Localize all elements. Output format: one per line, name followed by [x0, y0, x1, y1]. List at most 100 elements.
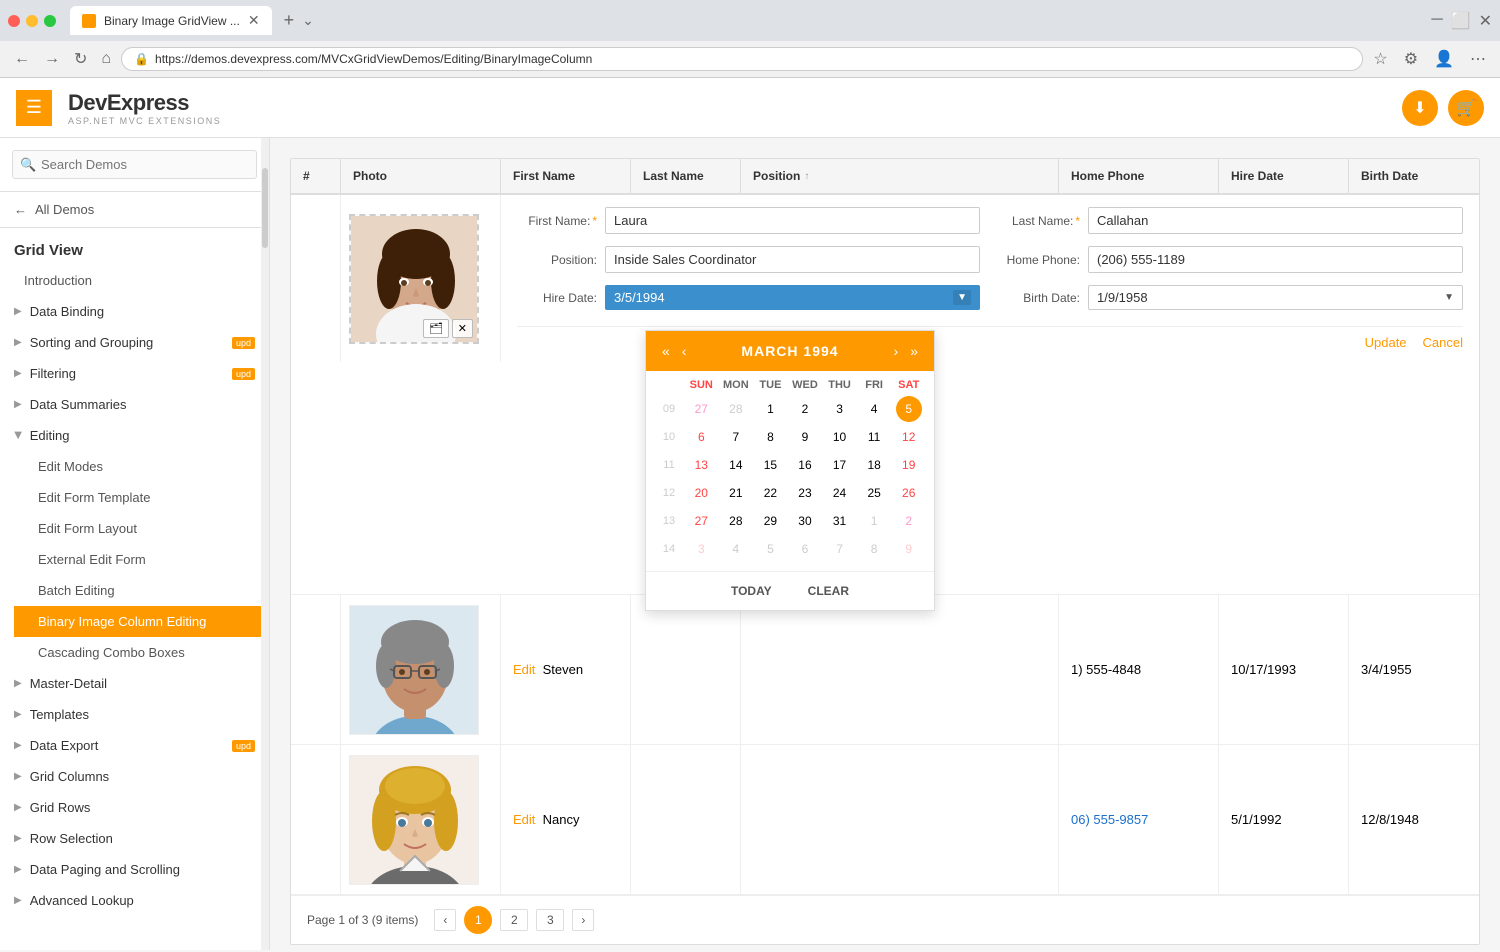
- window-restore-btn[interactable]: ⬜: [1451, 11, 1471, 31]
- calendar-day[interactable]: 18: [861, 452, 887, 478]
- search-input[interactable]: [12, 150, 257, 179]
- window-minimize-btn[interactable]: ─: [1431, 11, 1442, 31]
- forward-btn[interactable]: →: [40, 48, 64, 70]
- next-month-btn[interactable]: ›: [890, 341, 903, 361]
- sidebar-item-templates[interactable]: ▶ Templates: [0, 699, 269, 730]
- calendar-day[interactable]: 28: [723, 396, 749, 422]
- calendar-day[interactable]: 1: [861, 508, 887, 534]
- calendar-day[interactable]: 7: [827, 536, 853, 562]
- calendar-day[interactable]: 4: [723, 536, 749, 562]
- sidebar-item-filtering[interactable]: ▶ Filtering upd: [0, 358, 269, 389]
- profile-icon[interactable]: 👤: [1430, 47, 1458, 71]
- photo-delete-btn[interactable]: ✕: [452, 319, 473, 338]
- sidebar-item-master-detail[interactable]: ▶ Master-Detail: [0, 668, 269, 699]
- calendar-day[interactable]: 30: [792, 508, 818, 534]
- next-year-btn[interactable]: »: [906, 341, 922, 361]
- calendar-day[interactable]: 27: [688, 396, 714, 422]
- page-3-btn[interactable]: 3: [536, 909, 564, 931]
- reload-btn[interactable]: ↻: [70, 47, 91, 71]
- download-button[interactable]: ⬇: [1402, 90, 1438, 126]
- photo-upload-btn[interactable]: 🗂: [423, 319, 449, 338]
- calendar-day-selected[interactable]: 5: [896, 396, 922, 422]
- calendar-day[interactable]: 8: [757, 424, 783, 450]
- bookmark-icon[interactable]: ☆: [1369, 47, 1391, 71]
- calendar-day[interactable]: 4: [861, 396, 887, 422]
- sidebar-item-row-selection[interactable]: ▶ Row Selection: [0, 823, 269, 854]
- calendar-day[interactable]: 22: [757, 480, 783, 506]
- edit-link-2[interactable]: Edit: [513, 662, 535, 677]
- calendar-day[interactable]: 31: [827, 508, 853, 534]
- last-name-input[interactable]: [1088, 207, 1463, 234]
- edit-link-3[interactable]: Edit: [513, 812, 535, 827]
- sidebar-item-advanced-lookup[interactable]: ▶ Advanced Lookup: [0, 885, 269, 916]
- extensions-icon[interactable]: ⚙: [1400, 47, 1422, 71]
- calendar-day[interactable]: 7: [723, 424, 749, 450]
- calendar-day[interactable]: 26: [896, 480, 922, 506]
- calendar-day[interactable]: 27: [688, 508, 714, 534]
- first-name-input[interactable]: [605, 207, 980, 234]
- calendar-day[interactable]: 10: [827, 424, 853, 450]
- calendar-day[interactable]: 21: [723, 480, 749, 506]
- calendar-day[interactable]: 25: [861, 480, 887, 506]
- menu-icon[interactable]: ⋯: [1466, 47, 1490, 71]
- calendar-day[interactable]: 3: [688, 536, 714, 562]
- calendar-day[interactable]: 15: [757, 452, 783, 478]
- prev-page-btn[interactable]: ‹: [434, 909, 456, 931]
- sidebar-item-edit-form-template[interactable]: Edit Form Template: [14, 482, 269, 513]
- calendar-day[interactable]: 2: [792, 396, 818, 422]
- tab-close-icon[interactable]: ✕: [248, 12, 260, 29]
- calendar-day[interactable]: 20: [688, 480, 714, 506]
- today-btn[interactable]: TODAY: [723, 580, 780, 602]
- scrollbar-track[interactable]: [261, 138, 269, 950]
- hamburger-button[interactable]: ☰: [16, 90, 52, 126]
- sidebar-item-grid-rows[interactable]: ▶ Grid Rows: [0, 792, 269, 823]
- calendar-day[interactable]: 9: [896, 536, 922, 562]
- clear-btn[interactable]: CLEAR: [800, 580, 857, 602]
- sidebar-item-edit-form-layout[interactable]: Edit Form Layout: [14, 513, 269, 544]
- calendar-day[interactable]: 6: [688, 424, 714, 450]
- sidebar-item-external-edit-form[interactable]: External Edit Form: [14, 544, 269, 575]
- hire-date-input[interactable]: 3/5/1994 ▼: [605, 285, 980, 310]
- browser-tab[interactable]: Binary Image GridView ... ✕: [70, 6, 272, 35]
- prev-year-btn[interactable]: «: [658, 341, 674, 361]
- calendar-day[interactable]: 13: [688, 452, 714, 478]
- all-demos-link[interactable]: ← All Demos: [0, 192, 269, 228]
- window-close-btn[interactable]: ✕: [1479, 11, 1492, 31]
- calendar-day[interactable]: 3: [827, 396, 853, 422]
- home-btn[interactable]: ⌂: [97, 48, 115, 70]
- calendar-day[interactable]: 16: [792, 452, 818, 478]
- calendar-day[interactable]: 8: [861, 536, 887, 562]
- calendar-day[interactable]: 17: [827, 452, 853, 478]
- calendar-day[interactable]: 2: [896, 508, 922, 534]
- col-header-firstname[interactable]: First Name: [501, 159, 631, 193]
- birth-date-input[interactable]: 1/9/1958 ▼: [1088, 285, 1463, 310]
- sidebar-item-editing[interactable]: ▶ Editing: [0, 420, 269, 451]
- cart-button[interactable]: 🛒: [1448, 90, 1484, 126]
- window-close[interactable]: [8, 15, 20, 27]
- page-1-btn[interactable]: 1: [464, 906, 492, 934]
- calendar-day[interactable]: 14: [723, 452, 749, 478]
- sidebar-item-data-binding[interactable]: ▶ Data Binding: [0, 296, 269, 327]
- address-bar[interactable]: 🔒 https://demos.devexpress.com/MVCxGridV…: [121, 47, 1363, 71]
- cancel-button[interactable]: Cancel: [1423, 335, 1463, 350]
- col-header-position[interactable]: Position ↑: [741, 159, 1059, 193]
- col-header-lastname[interactable]: Last Name: [631, 159, 741, 193]
- hire-date-dropdown-icon[interactable]: ▼: [953, 290, 971, 305]
- birth-date-dropdown-icon[interactable]: ▼: [1444, 292, 1454, 303]
- scrollbar-thumb[interactable]: [262, 168, 268, 248]
- window-maximize[interactable]: [44, 15, 56, 27]
- calendar-day[interactable]: 23: [792, 480, 818, 506]
- window-minimize[interactable]: [26, 15, 38, 27]
- sidebar-item-batch-editing[interactable]: Batch Editing: [14, 575, 269, 606]
- sidebar-item-data-summaries[interactable]: ▶ Data Summaries: [0, 389, 269, 420]
- sidebar-item-cascading-combo[interactable]: Cascading Combo Boxes: [14, 637, 269, 668]
- page-2-btn[interactable]: 2: [500, 909, 528, 931]
- tab-menu-btn[interactable]: ⌄: [302, 12, 314, 29]
- sidebar-item-data-export[interactable]: ▶ Data Export upd: [0, 730, 269, 761]
- calendar-day[interactable]: 29: [757, 508, 783, 534]
- back-btn[interactable]: ←: [10, 48, 34, 70]
- sidebar-item-binary-image[interactable]: Binary Image Column Editing: [14, 606, 269, 637]
- home-phone-input[interactable]: [1088, 246, 1463, 273]
- calendar-day[interactable]: 11: [861, 424, 887, 450]
- sidebar-item-introduction[interactable]: Introduction: [0, 265, 269, 296]
